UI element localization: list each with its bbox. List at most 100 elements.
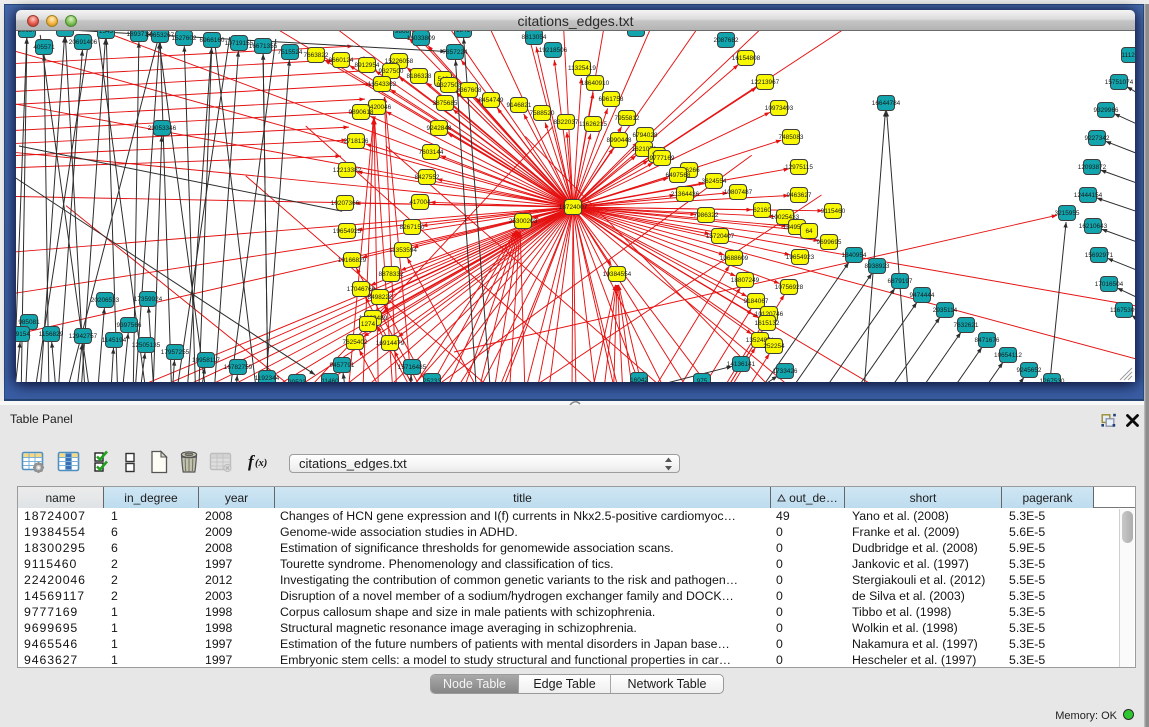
svg-text:8471676: 8471676 <box>975 337 1000 344</box>
svg-text:7603144: 7603144 <box>419 149 444 156</box>
svg-text:19166829: 19166829 <box>338 257 367 264</box>
svg-text:1840954: 1840954 <box>842 252 867 259</box>
svg-text:9184067: 9184067 <box>744 298 769 305</box>
svg-text:9227342: 9227342 <box>1085 135 1110 142</box>
svg-text:2087682: 2087682 <box>714 37 739 44</box>
svg-text:10807487: 10807487 <box>724 189 753 196</box>
svg-text:8878332: 8878332 <box>379 271 404 278</box>
svg-text:8990448: 8990448 <box>607 137 632 144</box>
svg-text:8938923: 8938923 <box>865 263 890 270</box>
svg-text:20206533: 20206533 <box>91 297 120 304</box>
svg-text:7986322: 7986322 <box>694 212 719 219</box>
svg-text:7632621: 7632621 <box>954 322 979 329</box>
svg-text:15751074: 15751074 <box>1105 79 1134 86</box>
svg-text:7857224: 7857224 <box>443 49 468 56</box>
svg-text:6966160: 6966160 <box>200 37 225 44</box>
svg-text:11124: 11124 <box>1122 52 1135 59</box>
svg-text:18640910: 18640910 <box>581 80 610 87</box>
svg-text:19384554: 19384554 <box>603 271 632 278</box>
svg-text:16644784: 16644784 <box>872 100 901 107</box>
svg-text:17957255: 17957255 <box>161 349 190 356</box>
svg-text:9115460: 9115460 <box>821 208 846 215</box>
svg-text:10654112: 10654112 <box>994 352 1022 359</box>
svg-text:12942757: 12942757 <box>69 333 98 340</box>
svg-text:17359924: 17359924 <box>134 296 163 303</box>
svg-text:(x): (x) <box>255 458 267 469</box>
svg-text:1267530: 1267530 <box>1040 378 1065 382</box>
svg-text:6794028: 6794028 <box>633 132 658 139</box>
svg-text:8186328: 8186328 <box>407 73 432 80</box>
svg-text:7515524: 7515524 <box>278 49 303 56</box>
svg-text:19218506: 19218506 <box>539 47 568 54</box>
svg-text:11460: 11460 <box>321 378 339 382</box>
svg-text:9457791: 9457791 <box>330 362 355 369</box>
svg-text:25300203: 25300203 <box>509 218 538 225</box>
svg-text:14136141: 14136141 <box>727 361 756 368</box>
svg-text:9397566: 9397566 <box>117 322 142 329</box>
svg-text:16782759: 16782759 <box>224 364 253 371</box>
svg-text:15720407: 15720407 <box>706 233 735 240</box>
svg-text:16210643: 16210643 <box>1079 223 1108 230</box>
svg-text:252254: 252254 <box>763 343 785 350</box>
svg-text:11353594: 11353594 <box>389 247 417 254</box>
svg-text:10653267: 10653267 <box>146 32 175 39</box>
svg-text:9329966: 9329966 <box>1094 107 1119 114</box>
svg-text:1192344: 1192344 <box>255 375 280 382</box>
svg-text:9699695: 9699695 <box>817 239 842 246</box>
svg-text:17435: 17435 <box>56 31 74 33</box>
svg-text:7588520: 7588520 <box>530 110 555 117</box>
svg-text:9474444: 9474444 <box>910 292 935 299</box>
svg-text:16543362: 16543362 <box>368 81 397 88</box>
svg-text:6497568: 6497568 <box>666 172 691 179</box>
svg-text:7663822: 7663822 <box>304 52 329 59</box>
svg-text:9242848: 9242848 <box>427 125 452 132</box>
svg-text:3624554: 3624554 <box>702 178 727 185</box>
svg-text:18724007: 18724007 <box>559 204 588 211</box>
svg-text:12505135: 12505135 <box>132 342 161 349</box>
svg-text:7955812: 7955812 <box>615 115 640 122</box>
svg-text:9777169: 9777169 <box>650 155 675 162</box>
svg-text:8912954: 8912954 <box>355 62 380 69</box>
svg-text:10958117: 10958117 <box>192 357 220 364</box>
svg-text:9327500: 9327500 <box>379 68 404 75</box>
svg-text:7485083: 7485083 <box>779 134 804 141</box>
svg-text:1733426: 1733426 <box>773 368 798 375</box>
svg-text:12213382: 12213382 <box>333 167 362 174</box>
svg-text:405571: 405571 <box>33 44 55 51</box>
svg-text:17016504: 17016504 <box>1095 281 1124 288</box>
svg-text:10756928: 10756928 <box>775 284 804 291</box>
svg-text:19654925: 19654925 <box>333 228 362 235</box>
svg-text:39154: 39154 <box>16 331 30 338</box>
svg-text:2718126: 2718126 <box>344 138 369 145</box>
svg-text:19654923: 19654923 <box>786 254 815 261</box>
svg-text:3215955: 3215955 <box>1055 210 1080 217</box>
svg-text:8660124: 8660124 <box>329 57 354 64</box>
svg-text:20523: 20523 <box>288 379 306 382</box>
svg-text:1274: 1274 <box>361 321 376 328</box>
svg-text:16033809: 16033809 <box>407 35 436 42</box>
svg-text:10688609: 10688609 <box>720 255 749 262</box>
svg-text:417004: 417004 <box>409 199 431 206</box>
svg-text:985081: 985081 <box>18 319 40 326</box>
svg-text:15692971: 15692971 <box>1085 252 1114 259</box>
svg-text:9890618: 9890618 <box>349 109 374 116</box>
svg-text:1615132: 1615132 <box>755 320 780 327</box>
svg-text:20691406: 20691406 <box>69 39 98 46</box>
svg-text:9146821: 9146821 <box>507 102 532 109</box>
svg-text:2367608: 2367608 <box>457 87 482 94</box>
svg-text:10467: 10467 <box>627 31 645 33</box>
svg-text:20657: 20657 <box>18 31 36 34</box>
svg-text:11675309: 11675309 <box>1110 307 1135 314</box>
svg-text:25233: 25233 <box>423 378 441 382</box>
svg-text:1145194: 1145194 <box>102 337 127 344</box>
svg-text:21364436: 21364436 <box>671 191 700 198</box>
svg-text:1527602: 1527602 <box>172 35 197 42</box>
svg-text:1156829: 1156829 <box>39 331 64 338</box>
svg-text:9245652: 9245652 <box>1017 367 1042 374</box>
svg-text:16671355: 16671355 <box>249 43 278 50</box>
svg-text:8454749: 8454749 <box>479 97 504 104</box>
svg-text:2935114: 2935114 <box>933 307 958 314</box>
svg-text:8498222: 8498222 <box>368 294 393 301</box>
svg-text:12093872: 12093872 <box>1078 164 1107 171</box>
svg-text:8813054: 8813054 <box>522 34 547 41</box>
